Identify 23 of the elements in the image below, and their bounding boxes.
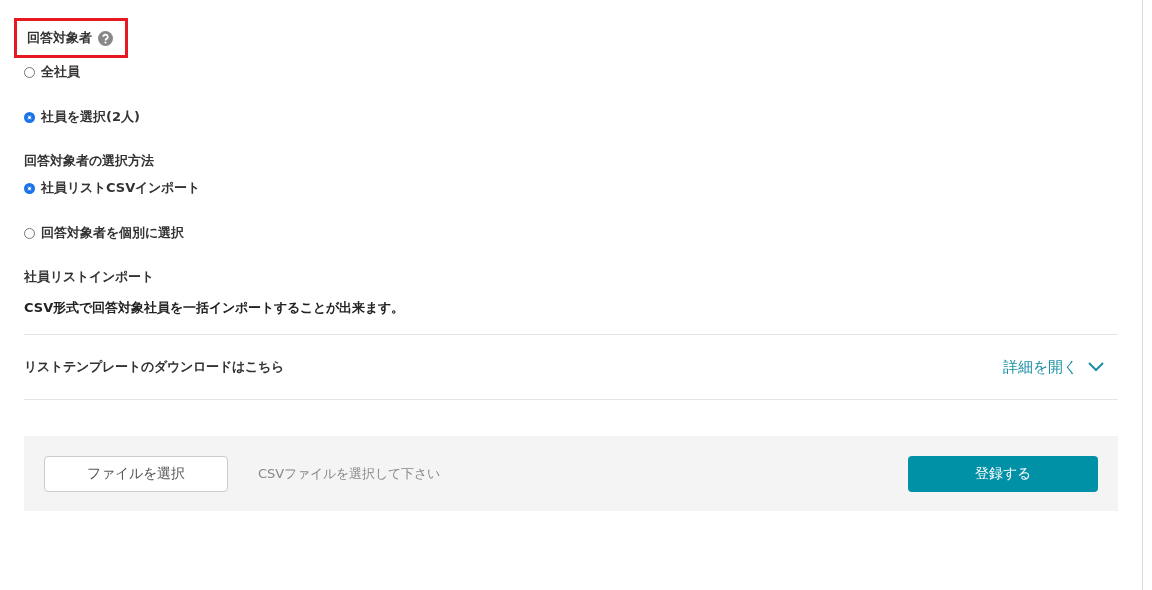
radio-button[interactable] — [24, 111, 35, 123]
template-download-label: リストテンプレートのダウンロードはこちら — [24, 358, 284, 376]
help-icon[interactable] — [98, 30, 113, 46]
section-label: 回答対象者の選択方法 — [24, 152, 155, 170]
radio-button[interactable] — [24, 182, 35, 194]
radio-button[interactable] — [24, 66, 35, 78]
option-label: 回答対象者を個別に選択 — [41, 224, 184, 242]
option-label: 社員リストCSVインポート — [41, 179, 201, 197]
description-text: CSV形式で回答対象社員を一括インポートすることが出来ます。 — [24, 299, 1118, 335]
chevron-icon — [1088, 362, 1104, 372]
radio-option[interactable]: 回答対象者を個別に選択 — [24, 223, 1118, 243]
section-title: 社員リストインポート — [24, 268, 155, 286]
expand-toggle[interactable]: 詳細を開く — [1003, 357, 1118, 377]
radio-option[interactable]: 社員を選択(2人) — [24, 107, 1118, 127]
radio-button[interactable] — [24, 227, 35, 239]
radio-option[interactable]: 社員リストCSVインポート — [24, 178, 1118, 198]
radio-option[interactable]: 全社員 — [24, 62, 1118, 82]
file-status-text: CSVファイルを選択して下さい — [258, 464, 442, 483]
field-label: 回答対象者 — [27, 29, 92, 47]
option-label: 社員を選択(2人) — [41, 108, 140, 126]
file-select-button[interactable]: ファイルを選択 — [44, 455, 228, 492]
register-button[interactable]: 登録する — [908, 455, 1098, 492]
option-label: 全社員 — [41, 63, 80, 81]
